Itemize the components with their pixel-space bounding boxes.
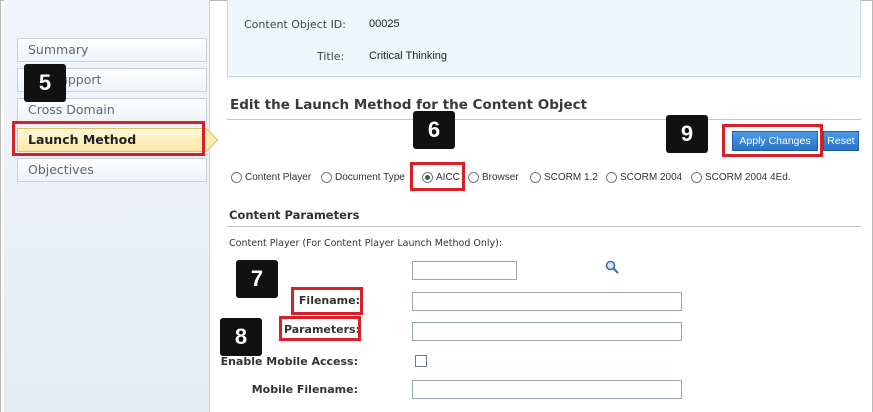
main-content: Content Object ID: 00025 Title: Critical… [211,0,873,412]
divider [227,119,861,120]
radio-label: SCORM 2004 4Ed. [705,172,791,183]
divider [227,226,861,227]
callout-6: 6 [413,111,455,149]
radio-icon[interactable] [606,172,617,183]
sidebar-item-label: Cross Domain [28,102,115,117]
content-id-label: Content Object ID: [244,18,346,31]
callout-7: 7 [236,260,278,298]
sidebar-item-label: Objectives [28,162,94,177]
highlight-launch-method [12,121,205,156]
callout-8: 8 [220,318,262,356]
radio-icon[interactable] [530,172,541,183]
callout-9: 9 [666,115,708,153]
title-label: Title: [317,50,345,63]
radio-icon[interactable] [468,172,479,183]
radio-label: Document Type [335,172,405,183]
radio-icon[interactable] [231,172,242,183]
enable-mobile-access-label: Enable Mobile Access: [220,355,358,368]
content-info-box: Content Object ID: 00025 Title: Critical… [227,0,861,77]
mobile-filename-label: Mobile Filename: [251,383,358,396]
title-value: Critical Thinking [369,50,448,62]
search-icon[interactable] [605,260,619,274]
parameters-field[interactable] [412,322,682,341]
radio-label: SCORM 2004 [620,172,683,183]
radio-label: SCORM 1.2 [544,172,598,183]
content-parameters-heading: Content Parameters [229,208,360,222]
callout-5: 5 [24,64,66,102]
content-player-note: Content Player (For Content Player Launc… [229,238,503,249]
highlight-aicc [410,162,465,191]
radio-icon[interactable] [321,172,332,183]
sidebar-item-summary[interactable]: Summary [17,38,207,62]
section-title: Edit the Launch Method for the Content O… [230,97,588,113]
reset-button[interactable]: Reset [823,131,859,151]
radio-icon[interactable] [691,172,702,183]
sidebar: Summary Support Cross Domain Launch Meth… [4,0,219,412]
mobile-filename-field[interactable] [412,380,682,399]
radio-label: Browser [482,172,519,183]
highlight-parameters [279,316,361,341]
filename-field[interactable] [412,292,682,311]
radio-label: Content Player [245,172,312,183]
sidebar-item-objectives[interactable]: Objectives [17,158,207,182]
content-id-value: 00025 [369,18,400,30]
search-input[interactable] [412,261,517,280]
sidebar-item-label: Summary [28,42,89,57]
enable-mobile-access-checkbox[interactable] [415,355,427,367]
highlight-apply-changes [722,124,823,157]
highlight-filename [291,287,363,315]
